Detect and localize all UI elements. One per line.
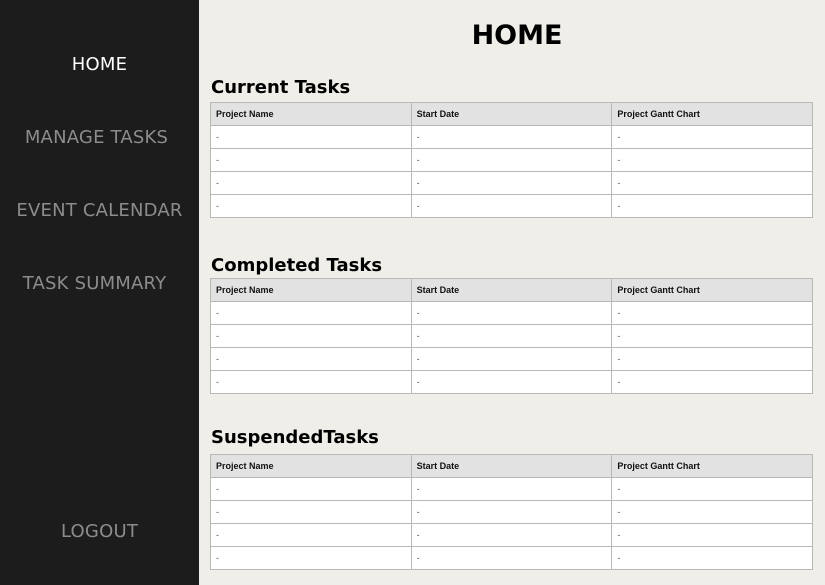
table-row[interactable]: - - - — [210, 546, 813, 570]
table-cell: - — [410, 546, 613, 570]
current-tasks-table: Project Name Start Date Project Gantt Ch… — [210, 102, 813, 218]
logout-button[interactable]: LOGOUT — [0, 521, 199, 542]
table-header-row: Project Name Start Date Project Gantt Ch… — [210, 454, 813, 478]
column-header-start-date: Start Date — [410, 454, 613, 478]
page-title: HOME — [471, 20, 563, 51]
table-cell: - — [611, 194, 813, 218]
table-cell: - — [611, 171, 813, 195]
column-header-project-name: Project Name — [210, 102, 412, 126]
table-cell: - — [410, 347, 613, 371]
completed-tasks-table: Project Name Start Date Project Gantt Ch… — [210, 278, 813, 394]
table-header-row: Project Name Start Date Project Gantt Ch… — [210, 278, 813, 302]
column-header-project-name: Project Name — [210, 454, 412, 478]
table-cell: - — [210, 194, 412, 218]
table-cell: - — [210, 148, 412, 172]
column-header-start-date: Start Date — [410, 102, 613, 126]
sidebar: HOME MANAGE TASKS EVENT CALENDAR TASK SU… — [0, 0, 199, 585]
table-cell: - — [410, 148, 613, 172]
table-row[interactable]: - - - — [210, 347, 813, 371]
table-cell: - — [611, 477, 813, 501]
table-header-row: Project Name Start Date Project Gantt Ch… — [210, 102, 813, 126]
table-cell: - — [611, 148, 813, 172]
column-header-gantt-chart: Project Gantt Chart — [611, 454, 813, 478]
table-cell: - — [611, 347, 813, 371]
table-row[interactable]: - - - — [210, 125, 813, 149]
column-header-project-name: Project Name — [210, 278, 412, 302]
app-window: HOME MANAGE TASKS EVENT CALENDAR TASK SU… — [0, 0, 825, 585]
table-cell: - — [410, 125, 613, 149]
table-row[interactable]: - - - — [210, 523, 813, 547]
table-row[interactable]: - - - — [210, 301, 813, 325]
table-cell: - — [611, 500, 813, 524]
table-cell: - — [410, 500, 613, 524]
column-header-gantt-chart: Project Gantt Chart — [611, 102, 813, 126]
table-cell: - — [410, 301, 613, 325]
table-row[interactable]: - - - — [210, 171, 813, 195]
table-cell: - — [611, 370, 813, 394]
table-cell: - — [210, 546, 412, 570]
sidebar-item-task-summary[interactable]: TASK SUMMARY — [0, 273, 194, 294]
table-cell: - — [410, 477, 613, 501]
section-title-suspended-tasks: SuspendedTasks — [211, 427, 379, 448]
table-row[interactable]: - - - — [210, 500, 813, 524]
table-row[interactable]: - - - — [210, 148, 813, 172]
table-cell: - — [210, 125, 412, 149]
table-cell: - — [611, 546, 813, 570]
section-title-completed-tasks: Completed Tasks — [211, 255, 383, 276]
table-cell: - — [210, 523, 412, 547]
table-cell: - — [410, 523, 613, 547]
table-cell: - — [611, 324, 813, 348]
table-cell: - — [410, 171, 613, 195]
table-cell: - — [210, 347, 412, 371]
main-content: HOME Current Tasks Project Name Start Da… — [199, 0, 825, 585]
table-cell: - — [410, 194, 613, 218]
table-cell: - — [611, 125, 813, 149]
table-cell: - — [611, 301, 813, 325]
column-header-start-date: Start Date — [410, 278, 613, 302]
table-cell: - — [210, 301, 412, 325]
sidebar-item-home[interactable]: HOME — [0, 54, 199, 75]
column-header-gantt-chart: Project Gantt Chart — [611, 278, 813, 302]
suspended-tasks-table: Project Name Start Date Project Gantt Ch… — [210, 454, 813, 570]
table-row[interactable]: - - - — [210, 194, 813, 218]
sidebar-item-manage-tasks[interactable]: MANAGE TASKS — [0, 127, 196, 148]
table-cell: - — [210, 370, 412, 394]
table-row[interactable]: - - - — [210, 370, 813, 394]
table-cell: - — [410, 370, 613, 394]
sidebar-item-event-calendar[interactable]: EVENT CALENDAR — [0, 200, 199, 221]
table-cell: - — [611, 523, 813, 547]
table-cell: - — [210, 477, 412, 501]
table-cell: - — [210, 324, 412, 348]
table-cell: - — [210, 500, 412, 524]
table-cell: - — [410, 324, 613, 348]
section-title-current-tasks: Current Tasks — [211, 77, 351, 98]
table-row[interactable]: - - - — [210, 477, 813, 501]
table-row[interactable]: - - - — [210, 324, 813, 348]
table-cell: - — [210, 171, 412, 195]
